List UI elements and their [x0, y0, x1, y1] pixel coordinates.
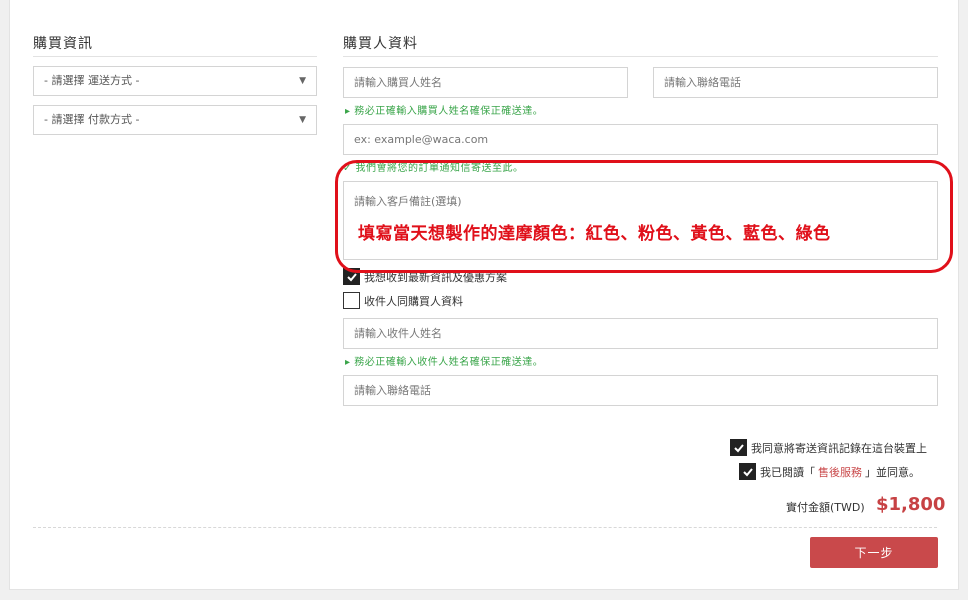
recipient-name-hint: ▸ 務必正確輸入收件人姓名確保正確送達。 [345, 357, 544, 368]
after-sales-service-link[interactable]: 售後服務 [818, 464, 862, 480]
buyer-info-underline [343, 56, 938, 57]
purchase-info-title: 購買資訊 [33, 36, 93, 52]
buyer-name-hint: ▸ 務必正確輸入購買人姓名確保正確送達。 [345, 106, 544, 117]
check-icon [733, 443, 744, 452]
remember-info-checkbox-row[interactable]: 我同意將寄送資訊記錄在這台裝置上 [730, 439, 927, 456]
buyer-phone-input[interactable]: 請輸入聯絡電話 [653, 67, 938, 98]
divider [33, 527, 937, 528]
shipping-method-value: - 請選擇 運送方式 - [44, 74, 140, 87]
buyer-info-title: 購買人資料 [343, 36, 418, 52]
purchase-info-underline [33, 56, 317, 57]
chevron-down-icon: ▼ [299, 76, 306, 86]
same-as-buyer-checkbox-row[interactable]: 收件人同購買人資料 [343, 292, 463, 309]
remember-info-label: 我同意將寄送資訊記錄在這台裝置上 [751, 441, 927, 455]
next-step-button[interactable]: 下一步 [810, 537, 938, 568]
checkbox-checked[interactable] [730, 439, 747, 456]
checkbox-checked[interactable] [739, 463, 756, 480]
shipping-method-select[interactable]: - 請選擇 運送方式 - ▼ [33, 66, 317, 96]
annotation-highlight-ring [335, 160, 953, 273]
chevron-down-icon: ▼ [299, 115, 306, 125]
terms-prefix: 我已閱讀「 [760, 465, 815, 479]
email-input[interactable]: ex: example@waca.com [343, 124, 938, 155]
check-icon [742, 467, 753, 476]
recipient-phone-input[interactable]: 請輸入聯絡電話 [343, 375, 938, 406]
payment-method-value: - 請選擇 付款方式 - [44, 113, 140, 126]
terms-checkbox-row[interactable]: 我已閱讀「 售後服務 」並同意。 [739, 463, 920, 480]
buyer-name-input[interactable]: 請輸入購買人姓名 [343, 67, 628, 98]
annotation-text: 填寫當天想製作的達摩顏色：紅色、粉色、黃色、藍色、綠色 [358, 224, 831, 244]
same-as-buyer-label: 收件人同購買人資料 [364, 294, 463, 308]
payment-method-select[interactable]: - 請選擇 付款方式 - ▼ [33, 105, 317, 135]
recipient-name-input[interactable]: 請輸入收件人姓名 [343, 318, 938, 349]
total-amount: $1,800 [876, 494, 946, 515]
total-label: 實付金額(TWD) [786, 501, 865, 514]
checkbox-unchecked[interactable] [343, 292, 360, 309]
terms-suffix: 」並同意。 [865, 465, 920, 479]
